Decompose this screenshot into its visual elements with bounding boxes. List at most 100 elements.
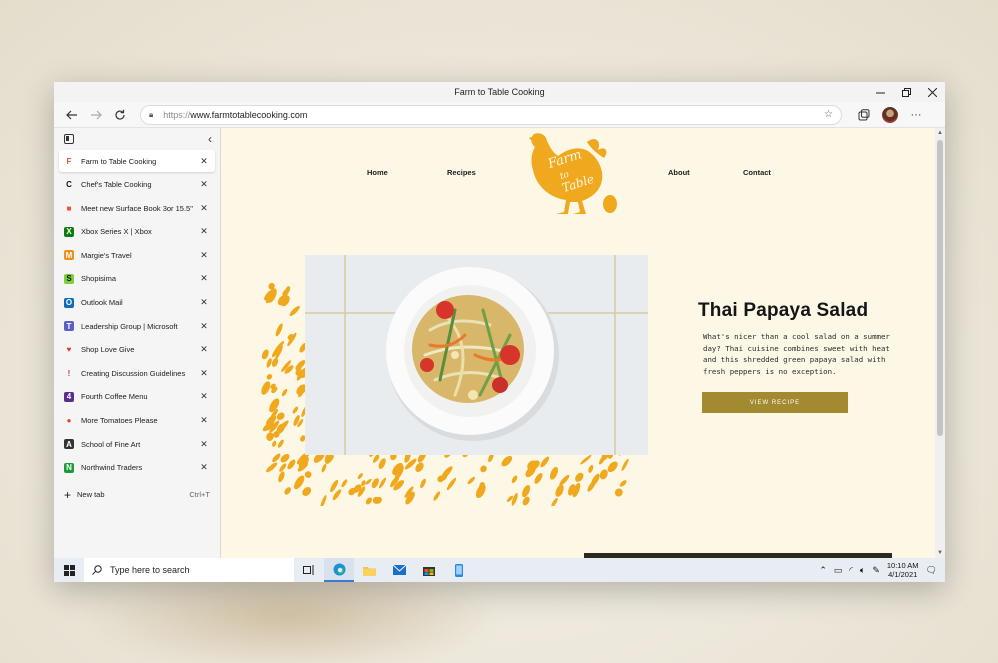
close-tab-icon[interactable]: ✕ <box>198 368 210 379</box>
minimize-button[interactable] <box>867 82 893 102</box>
store-button[interactable] <box>414 558 444 582</box>
close-tab-icon[interactable]: ✕ <box>198 415 210 426</box>
pen-icon[interactable]: ✎ <box>872 565 880 576</box>
sidebar-tab[interactable]: N Northwind Traders ✕ <box>59 457 215 479</box>
shopisima-favicon-icon: S <box>64 273 74 284</box>
sidebar-tab[interactable]: O Outlook Mail ✕ <box>59 292 215 314</box>
close-tab-icon[interactable]: ✕ <box>198 297 210 308</box>
notifications-icon[interactable]: 🗨︎ <box>926 565 937 576</box>
nav-about-link[interactable]: About <box>668 168 690 177</box>
address-bar[interactable]: 🔒︎ https:// www.farmtotablecooking.com ☆ <box>140 104 842 125</box>
brush-dab <box>555 484 564 497</box>
sidebar-tab[interactable]: M Margie's Travel ✕ <box>59 244 215 266</box>
close-tab-icon[interactable]: ✕ <box>198 439 210 450</box>
edge-taskbar-button[interactable] <box>324 558 354 582</box>
close-window-button[interactable] <box>919 82 945 102</box>
window-title: Farm to Table Cooking <box>454 87 545 97</box>
task-view-icon <box>303 565 314 575</box>
fine-art-favicon-icon: A <box>64 439 74 450</box>
sidebar-tab[interactable]: ● More Tomatoes Please ✕ <box>59 410 215 432</box>
nav-home-link[interactable]: Home <box>367 168 388 177</box>
task-view-button[interactable] <box>294 558 324 582</box>
sidebar-tab[interactable]: S Shopisima ✕ <box>59 268 215 290</box>
brush-dab <box>522 485 531 498</box>
sidebar-tab[interactable]: 4 Fourth Coffee Menu ✕ <box>59 386 215 408</box>
sidebar-tab[interactable]: ! Creating Discussion Guidelines ✕ <box>59 362 215 384</box>
scroll-up-icon[interactable]: ▲ <box>935 130 945 136</box>
nav-contact-link[interactable]: Contact <box>743 168 771 177</box>
forward-button[interactable] <box>84 104 108 126</box>
plus-icon: + <box>64 487 72 502</box>
close-tab-icon[interactable]: ✕ <box>198 226 210 237</box>
restore-button[interactable] <box>893 82 919 102</box>
sidebar-tab-label: Chef's Table Cooking <box>81 180 152 190</box>
brush-dab <box>540 456 550 468</box>
brush-dab <box>599 469 608 480</box>
collapse-pane-icon[interactable]: ‹ <box>208 132 212 146</box>
brush-dab <box>272 440 277 447</box>
browser-toolbar: 🔒︎ https:// www.farmtotablecooking.com ☆… <box>54 102 945 128</box>
close-tab-icon[interactable]: ✕ <box>198 273 210 284</box>
settings-more-button[interactable]: ··· <box>906 105 926 125</box>
farm-to-table-logo[interactable]: Farm to Table <box>526 132 621 218</box>
phone-app-button[interactable] <box>444 558 474 582</box>
brush-dab <box>261 349 269 360</box>
nav-recipes-link[interactable]: Recipes <box>447 168 476 177</box>
tab-actions-icon[interactable] <box>64 134 74 144</box>
sidebar-tab-label: Farm to Table Cooking <box>81 156 157 166</box>
clock[interactable]: 10:10 AM 4/1/2021 <box>887 561 919 579</box>
close-tab-icon[interactable]: ✕ <box>198 344 210 355</box>
sidebar-tab[interactable]: X Xbox Series X | Xbox ✕ <box>59 221 215 243</box>
clock-date: 4/1/2021 <box>888 570 918 579</box>
scroll-down-icon[interactable]: ▼ <box>935 550 945 556</box>
brush-dab <box>266 462 278 473</box>
brush-dab <box>378 458 386 469</box>
brush-dab <box>279 463 287 472</box>
close-tab-icon[interactable]: ✕ <box>198 203 210 214</box>
wifi-icon[interactable]: ◜ <box>849 565 853 576</box>
brush-dab <box>371 478 379 489</box>
sidebar-tab[interactable]: ■ Meet new Surface Book 3or 15.5" ✕ <box>59 197 215 219</box>
close-tab-icon[interactable]: ✕ <box>198 462 210 473</box>
collections-button[interactable] <box>854 105 874 125</box>
new-tab-label: New tab <box>77 490 105 500</box>
battery-icon[interactable]: ▭ <box>834 565 843 576</box>
close-tab-icon[interactable]: ✕ <box>198 179 210 190</box>
sidebar-tab[interactable]: T Leadership Group | Microsoft ✕ <box>59 315 215 337</box>
close-tab-icon[interactable]: ✕ <box>198 156 210 167</box>
sidebar-tab[interactable]: ♥ Shop Love Give ✕ <box>59 339 215 361</box>
start-button[interactable] <box>54 558 84 582</box>
back-button[interactable] <box>60 104 84 126</box>
brush-dab <box>266 432 274 441</box>
brush-dab <box>551 497 558 506</box>
mail-button[interactable] <box>384 558 414 582</box>
taskbar-search[interactable]: Type here to search <box>84 558 294 582</box>
title-bar: Farm to Table Cooking <box>54 82 945 102</box>
sidebar-tab-label: Shopisima <box>81 274 117 284</box>
sidebar-tab[interactable]: F Farm to Table Cooking ✕ <box>59 150 215 172</box>
favorite-star-icon[interactable]: ☆ <box>824 109 833 120</box>
profile-button[interactable] <box>880 105 900 125</box>
teams-favicon-icon: T <box>64 321 74 332</box>
brush-dab <box>357 473 363 480</box>
sidebar-tab[interactable]: C Chef's Table Cooking ✕ <box>59 174 215 196</box>
sidebar-tab[interactable]: A School of Fine Art ✕ <box>59 433 215 455</box>
refresh-button[interactable] <box>108 104 132 126</box>
file-explorer-button[interactable] <box>354 558 384 582</box>
close-tab-icon[interactable]: ✕ <box>198 250 210 261</box>
brush-dab <box>433 491 441 501</box>
chevron-up-icon[interactable]: ⌃ <box>819 565 827 576</box>
close-tab-icon[interactable]: ✕ <box>198 321 210 332</box>
folder-icon <box>362 566 376 576</box>
scroll-thumb[interactable] <box>937 140 943 436</box>
view-recipe-button[interactable]: VIEW RECIPE <box>702 392 848 413</box>
new-tab-button[interactable]: + New tab Ctrl+T <box>54 487 220 503</box>
refresh-icon <box>115 109 125 120</box>
sidebar-tab-label: Outlook Mail <box>81 298 123 308</box>
brush-dab <box>277 439 284 448</box>
page-scrollbar[interactable]: ▲ ▼ <box>935 128 945 558</box>
close-tab-icon[interactable]: ✕ <box>198 391 210 402</box>
avatar <box>882 106 898 123</box>
brush-dab <box>549 466 559 480</box>
volume-icon[interactable]: 🔈︎ <box>860 565 865 576</box>
